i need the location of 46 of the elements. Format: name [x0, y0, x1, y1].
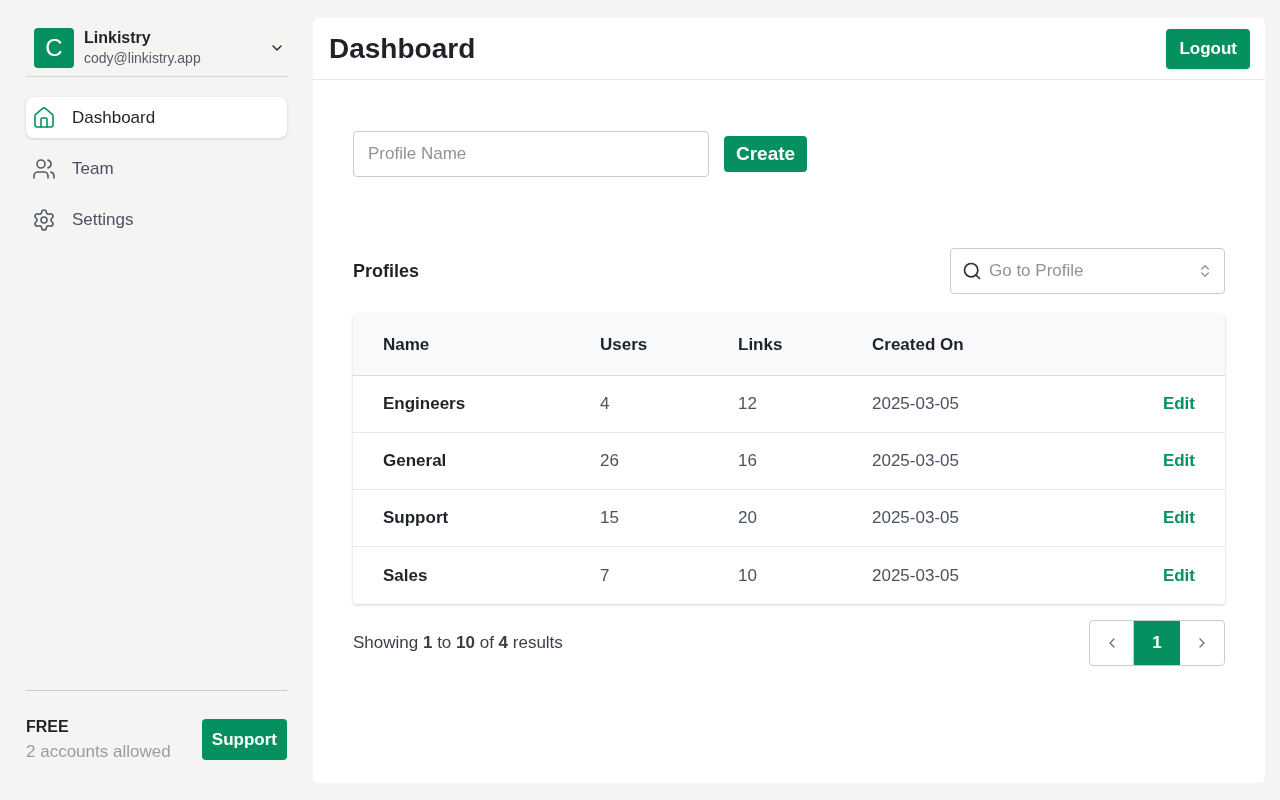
- table-cell-text: Sales: [383, 564, 429, 587]
- edit-link[interactable]: Edit: [1162, 391, 1195, 417]
- account-name: Linkistry: [84, 28, 152, 48]
- plan-note: 2 accounts allowed: [26, 740, 171, 763]
- profile-name-field[interactable]: Profile Name: [353, 131, 709, 177]
- create-button[interactable]: Create: [724, 136, 808, 172]
- nav-item[interactable]: Team: [26, 148, 287, 189]
- column-header: Name: [383, 333, 431, 356]
- account-avatar: C: [34, 28, 74, 68]
- table-cell-text: 20: [738, 507, 758, 530]
- table-cell-text: 2025-03-05: [872, 564, 960, 587]
- table-cell-text: 2025-03-05: [872, 450, 960, 473]
- table-cell-text: 12: [738, 393, 758, 416]
- table-cell-text: 2025-03-05: [872, 507, 960, 530]
- users-icon: [32, 156, 56, 181]
- support-button[interactable]: Support: [201, 718, 287, 760]
- section-title: Profiles: [353, 259, 420, 283]
- table-cell-text: 10: [738, 564, 758, 587]
- account-email: cody@linkistry.app: [84, 49, 202, 68]
- edit-link[interactable]: Edit: [1162, 505, 1195, 531]
- home-icon: [32, 105, 56, 130]
- search-icon: [962, 261, 982, 281]
- table-cell-text: 4: [600, 393, 611, 416]
- page-button[interactable]: 1: [1134, 621, 1180, 665]
- nav-item[interactable]: Settings: [26, 199, 287, 240]
- column-header: Users: [600, 333, 649, 356]
- account-switcher[interactable]: C Linkistry cody@linkistry.app: [26, 28, 287, 77]
- logout-button[interactable]: Logout: [1166, 28, 1250, 69]
- table-cell-text: General: [383, 450, 448, 473]
- table-cell-text: 15: [600, 507, 620, 530]
- settings-icon: [32, 207, 56, 232]
- table-cell-text: 26: [600, 450, 620, 473]
- table-cell-text: 16: [738, 450, 758, 473]
- table-cell-text: 2025-03-05: [872, 393, 960, 416]
- profile-search-field[interactable]: Go to Profile: [950, 248, 1225, 294]
- column-header: Created On: [872, 333, 965, 356]
- edit-link[interactable]: Edit: [1162, 562, 1195, 589]
- page-title: Dashboard: [329, 31, 476, 66]
- nav-item[interactable]: Dashboard: [26, 97, 287, 138]
- table-cell-text: Engineers: [383, 393, 467, 416]
- table-cell-text: 7: [600, 564, 611, 587]
- results-summary: Showing 1 to 10 of 4 results: [353, 632, 563, 655]
- edit-link[interactable]: Edit: [1162, 448, 1195, 474]
- table-cell-text: Support: [383, 507, 450, 530]
- plan-name: FREE: [26, 716, 70, 737]
- column-header: Links: [738, 333, 784, 356]
